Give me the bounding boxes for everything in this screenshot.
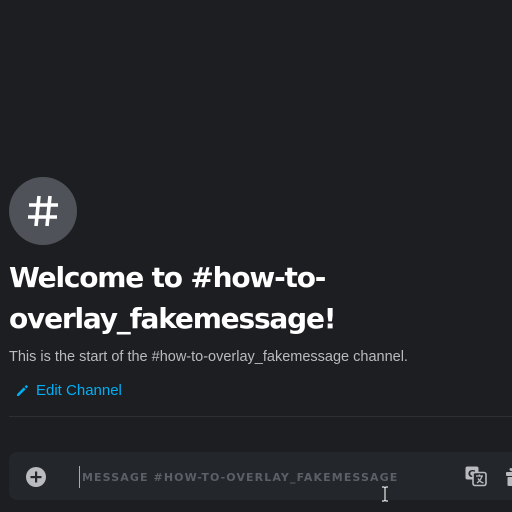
welcome-title: Welcome to #how-to-overlay_fakemessage!	[9, 261, 337, 335]
edit-channel-link[interactable]: Edit Channel	[15, 382, 122, 399]
channel-welcome: Welcome to #how-to-overlay_fakemessage! …	[9, 177, 504, 402]
channel-view: Welcome to #how-to-overlay_fakemessage! …	[0, 0, 512, 512]
hashtag-icon	[28, 195, 58, 227]
welcome-subtitle: This is the start of the #how-to-overlay…	[9, 349, 408, 365]
text-cursor-icon	[382, 486, 388, 502]
translate-icon[interactable]: G	[464, 464, 488, 488]
message-composer: G	[9, 452, 512, 500]
plus-circle-icon[interactable]	[25, 466, 47, 488]
edit-channel-label: Edit Channel	[36, 382, 122, 399]
message-input[interactable]	[79, 466, 462, 488]
gift-icon[interactable]	[504, 464, 512, 488]
divider	[9, 416, 512, 417]
channel-avatar	[9, 177, 77, 245]
pencil-icon	[17, 384, 28, 396]
